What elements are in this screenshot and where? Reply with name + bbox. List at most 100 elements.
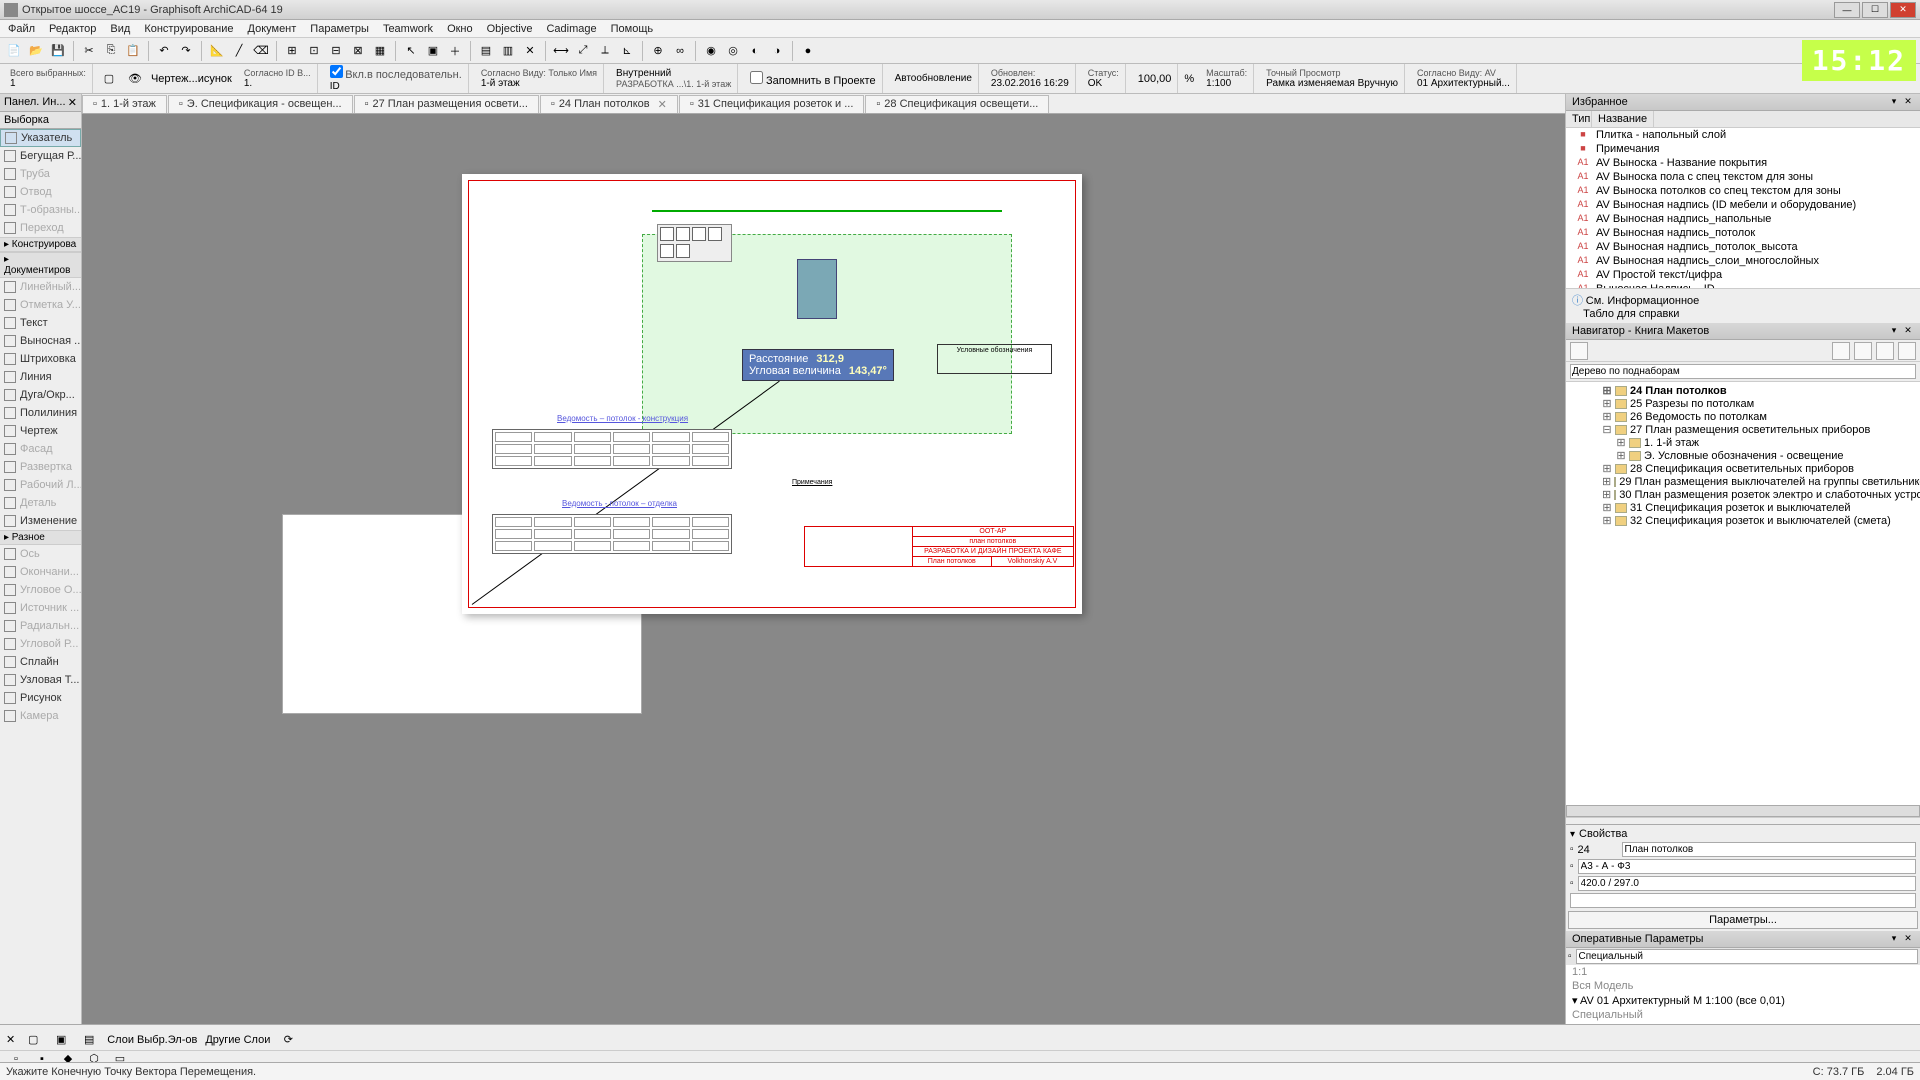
tree-item[interactable]: ⊞29 План размещения выключателей на груп…	[1568, 475, 1918, 488]
tool-отметкау[interactable]: Отметка У...	[0, 296, 81, 314]
tool-линия[interactable]: Линия	[0, 368, 81, 386]
panel-close-icon[interactable]: ✕	[68, 96, 77, 109]
menu-файл[interactable]: Файл	[8, 23, 35, 35]
menu-параметры[interactable]: Параметры	[310, 23, 369, 35]
close-button[interactable]: ✕	[1890, 2, 1916, 18]
schedule-link-1[interactable]: Ведомость – потолок - конструкция	[557, 414, 688, 423]
tool-угловойр[interactable]: Угловой Р...	[0, 635, 81, 653]
favorite-item[interactable]: A1AV Выносная надпись_слои_многослойных	[1566, 254, 1920, 268]
line-icon[interactable]: ╱	[229, 41, 249, 61]
menu-cadimage[interactable]: Cadimage	[546, 23, 596, 35]
nav-menu-icon[interactable]: ▾	[1888, 325, 1900, 337]
remember-checkbox[interactable]	[750, 71, 763, 84]
opparams-header[interactable]: Оперативные Параметры▾✕	[1566, 931, 1920, 948]
tree-item[interactable]: ⊞Э. Условные обозначения - освещение	[1568, 449, 1918, 462]
tool-труба[interactable]: Труба	[0, 165, 81, 183]
favorite-item[interactable]: A1AV Выноска пола с спец текстом для зон…	[1566, 170, 1920, 184]
render4-icon[interactable]: ◑	[767, 41, 787, 61]
qb-close-icon[interactable]: ✕	[6, 1033, 15, 1046]
op-close-icon[interactable]: ✕	[1902, 933, 1914, 945]
tab-close-icon[interactable]: ✕	[658, 98, 667, 111]
tab[interactable]: ▫28 Спецификация освещети...	[865, 95, 1049, 113]
favorite-item[interactable]: A1AV Выносная надпись (ID мебели и обору…	[1566, 198, 1920, 212]
qb-icon-2[interactable]: ▣	[51, 1030, 71, 1050]
render2-icon[interactable]: ◎	[723, 41, 743, 61]
favorite-item[interactable]: A1AV Простой текст/цифра	[1566, 268, 1920, 282]
menu-редактор[interactable]: Редактор	[49, 23, 96, 35]
tool-рисунок[interactable]: Рисунок	[0, 689, 81, 707]
snap1-icon[interactable]: ⊞	[282, 41, 302, 61]
tool-деталь[interactable]: Деталь	[0, 494, 81, 512]
redo-icon[interactable]: ↷	[176, 41, 196, 61]
tool-окончани[interactable]: Окончани...	[0, 563, 81, 581]
menu-конструирование[interactable]: Конструирование	[144, 23, 233, 35]
tool-угловоео[interactable]: Угловое О...	[0, 581, 81, 599]
erase-icon[interactable]: ⌫	[251, 41, 271, 61]
tree-item[interactable]: ⊞26 Ведомость по потолкам	[1568, 410, 1918, 423]
legend-box[interactable]: Условные обозначения	[937, 344, 1052, 374]
layout-sheet[interactable]: Расстояние312,9 Угловая величина143,47° …	[462, 174, 1082, 614]
tool-бегущаяр[interactable]: Бегущая Р...	[0, 147, 81, 165]
tree-item[interactable]: ⊞24 План потолков	[1568, 384, 1918, 397]
tree-item[interactable]: ⊞1. 1-й этаж	[1568, 436, 1918, 449]
op-menu-icon[interactable]: ▾	[1888, 933, 1900, 945]
tree-item[interactable]: ⊞31 Спецификация розеток и выключателей	[1568, 501, 1918, 514]
chain-icon[interactable]: ∞	[670, 41, 690, 61]
menu-вид[interactable]: Вид	[110, 23, 130, 35]
fav-close-icon[interactable]: ✕	[1902, 96, 1914, 108]
menu-помощь[interactable]: Помощь	[611, 23, 654, 35]
dim2-icon[interactable]: ⤢	[573, 41, 593, 61]
tab[interactable]: ▫24 План потолков✕	[540, 95, 678, 113]
copy-icon[interactable]: ⎘	[101, 41, 121, 61]
navigator-header[interactable]: Навигатор - Книга Макетов▾✕	[1566, 323, 1920, 340]
tool-фасад[interactable]: Фасад	[0, 440, 81, 458]
drawing-tool-icon[interactable]: ▢	[99, 69, 119, 89]
tree-item[interactable]: ⊞30 План размещения розеток электро и сл…	[1568, 488, 1918, 501]
nav-close-icon[interactable]: ✕	[1902, 325, 1914, 337]
tool-источник[interactable]: Источник ...	[0, 599, 81, 617]
menu-окно[interactable]: Окно	[447, 23, 473, 35]
menu-документ[interactable]: Документ	[248, 23, 297, 35]
favorite-item[interactable]: A1AV Выноска - Название покрытия	[1566, 156, 1920, 170]
layers-icon[interactable]: ▣	[423, 41, 443, 61]
undo-icon[interactable]: ↶	[154, 41, 174, 61]
tool-тобразны[interactable]: Т-образны...	[0, 201, 81, 219]
tool-линейный[interactable]: Линейный...	[0, 278, 81, 296]
eye-icon[interactable]: 👁	[125, 69, 145, 89]
dim1-icon[interactable]: ⟷	[551, 41, 571, 61]
qb-icon-1[interactable]: ▢	[23, 1030, 43, 1050]
favorite-item[interactable]: A1AV Выноска потолков со спец текстом дл…	[1566, 184, 1920, 198]
tree-item[interactable]: ⊟27 План размещения осветительных прибор…	[1568, 423, 1918, 436]
opparam-item[interactable]: ▾ AV 01 Архитектурный M 1:100 (все 0,01)	[1566, 993, 1920, 1008]
cut-icon[interactable]: ✂	[79, 41, 99, 61]
stretch-icon[interactable]	[708, 227, 722, 241]
tool-отвод[interactable]: Отвод	[0, 183, 81, 201]
tool-радиальн[interactable]: Радиальн...	[0, 617, 81, 635]
paste-icon[interactable]: 📋	[123, 41, 143, 61]
tool-выносная[interactable]: Выносная ...	[0, 332, 81, 350]
rotate-icon[interactable]	[676, 227, 690, 241]
nav-book-icon[interactable]	[1898, 342, 1916, 360]
opparams-select[interactable]	[1576, 949, 1918, 964]
tree-item[interactable]: ⊞32 Спецификация розеток и выключателей …	[1568, 514, 1918, 527]
open-icon[interactable]: 📂	[26, 41, 46, 61]
nav-folder-icon[interactable]	[1854, 342, 1872, 360]
tool-изменение[interactable]: Изменение	[0, 512, 81, 530]
render3-icon[interactable]: ◐	[745, 41, 765, 61]
schedule-table-2[interactable]	[492, 514, 732, 554]
tool-рабочийл[interactable]: Рабочий Л...	[0, 476, 81, 494]
tool-камера[interactable]: Камера	[0, 707, 81, 725]
grid-icon[interactable]: ▦	[370, 41, 390, 61]
pet-palette[interactable]	[657, 224, 732, 262]
snap4-icon[interactable]: ⊠	[348, 41, 368, 61]
opparam-item[interactable]: 1:1	[1566, 965, 1920, 979]
tool-group[interactable]: ▸ Документиров	[0, 252, 81, 278]
tree-item[interactable]: ⊞28 Спецификация осветительных приборов	[1568, 462, 1918, 475]
elevate-icon[interactable]	[660, 244, 674, 258]
nav-mode-icon[interactable]	[1570, 342, 1588, 360]
dim3-icon[interactable]: ⟂	[595, 41, 615, 61]
trace2-icon[interactable]: ▥	[498, 41, 518, 61]
dim4-icon[interactable]: ⊾	[617, 41, 637, 61]
layout-name-input[interactable]	[1622, 842, 1916, 857]
tool-штриховка[interactable]: Штриховка	[0, 350, 81, 368]
